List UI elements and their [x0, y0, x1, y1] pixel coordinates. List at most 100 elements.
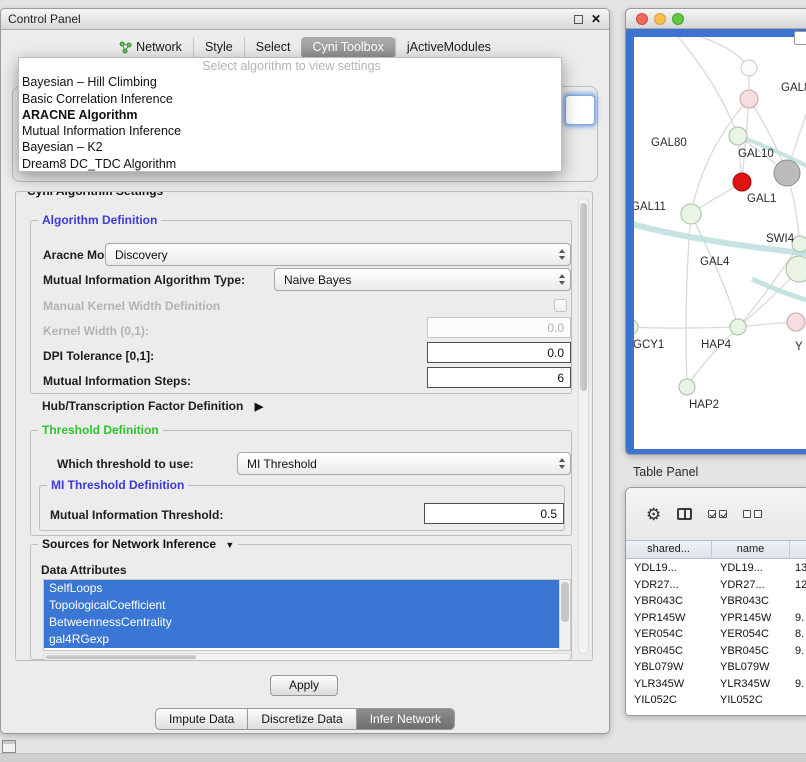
list-item[interactable]: SelfLoops — [44, 580, 559, 597]
tab-cyni-toolbox[interactable]: Cyni Toolbox — [301, 37, 394, 58]
node-label-gal1: GAL1 — [747, 193, 776, 205]
minimize-button[interactable] — [654, 13, 666, 25]
attribute-list-scrollbar-thumb[interactable] — [561, 582, 569, 622]
data-attributes-list[interactable]: SelfLoops TopologicalCoefficient Between… — [43, 579, 571, 651]
table-row[interactable]: YDR27... YDR27... 12 — [626, 577, 806, 594]
dpi-tolerance-label: DPI Tolerance [0,1]: — [43, 349, 154, 364]
dpi-tolerance-value: 0.0 — [547, 346, 564, 360]
tab-select[interactable]: Select — [244, 37, 302, 58]
zoom-button[interactable] — [672, 13, 684, 25]
cell: YDL19... — [626, 560, 712, 577]
table-row[interactable]: YBR045C YBR045C 9. — [626, 643, 806, 660]
sources-group-title[interactable]: Sources for Network Inference ▼ — [38, 537, 238, 551]
list-item[interactable]: gal4RGexp — [44, 631, 559, 648]
node-hap2[interactable] — [679, 379, 695, 395]
combo-arrows-icon — [559, 269, 565, 290]
cell: 8. — [790, 626, 806, 643]
close-icon[interactable]: ✕ — [591, 14, 601, 24]
mi-steps-field[interactable]: 6 — [427, 367, 571, 388]
table-row[interactable]: YDL19... YDL19... 13 — [626, 560, 806, 577]
settings-scrollbar-track[interactable] — [578, 198, 589, 654]
desktop-bottom-strip — [0, 753, 806, 762]
network-window-titlebar[interactable] — [626, 9, 806, 29]
which-threshold-select[interactable]: MI Threshold — [237, 452, 571, 475]
popup-item[interactable]: Basic Correlation Inference — [19, 91, 561, 107]
desktop: Control Panel ✕ Network Style Select Cyn… — [0, 0, 806, 762]
node-gal11[interactable] — [681, 204, 701, 224]
cell: YDR27... — [712, 577, 790, 594]
node-red-selected[interactable] — [733, 173, 751, 191]
network-icon — [119, 41, 132, 54]
column-header-name[interactable]: name — [712, 541, 790, 558]
network-node-pink[interactable] — [740, 90, 758, 108]
tab-network[interactable]: Network — [108, 37, 193, 58]
popup-item[interactable]: Bayesian – Hill Climbing — [19, 74, 561, 90]
node-hap4[interactable] — [730, 319, 746, 335]
node-gal10[interactable] — [729, 127, 747, 145]
cell: YIL052C — [626, 692, 712, 709]
popup-item-selected[interactable]: ARACNE Algorithm — [19, 107, 561, 123]
table-row[interactable]: YLR345W YLR345W 9. — [626, 676, 806, 693]
sources-title-text: Sources for Network Inference — [42, 537, 216, 551]
popup-item[interactable]: Mutual Information Inference — [19, 123, 561, 139]
tab-impute-data[interactable]: Impute Data — [156, 709, 247, 729]
mi-type-label: Mutual Information Algorithm Type: — [43, 273, 245, 288]
attribute-list-hscroll-thumb[interactable] — [46, 655, 196, 659]
cyni-algorithm-settings-group: Cyni Algorithm Settings Algorithm Defini… — [15, 191, 593, 661]
node-label-gal4: GAL4 — [700, 256, 730, 268]
network-canvas[interactable]: GAL8 GAL80 GAL10 GAL11 GAL1 SWI4 GAL4 GC… — [634, 37, 806, 449]
table-row[interactable]: YBR043C YBR043C — [626, 593, 806, 610]
tab-jactivemodules[interactable]: jActiveModules — [395, 37, 502, 58]
tab-discretize-data[interactable]: Discretize Data — [247, 709, 355, 729]
kernel-width-value: 0.0 — [547, 321, 564, 335]
mi-type-select[interactable]: Naive Bayes — [274, 268, 571, 291]
settings-scrollbar-thumb[interactable] — [580, 203, 587, 391]
tab-infer-network[interactable]: Infer Network — [356, 709, 454, 729]
control-panel-titlebar[interactable]: Control Panel ✕ — [1, 9, 609, 30]
table-row[interactable]: YBL079W YBL079W — [626, 659, 806, 676]
node-label-gal80: GAL80 — [651, 137, 687, 149]
aracne-mode-select[interactable]: Discovery — [105, 243, 571, 266]
table-row[interactable]: YIL052C YIL052C — [626, 692, 806, 709]
attribute-list-hscroll-track[interactable] — [43, 653, 571, 661]
list-item[interactable]: BetweennessCentrality — [44, 614, 559, 631]
node-gray[interactable] — [774, 160, 800, 186]
apply-button[interactable]: Apply — [270, 675, 338, 696]
float-window-icon[interactable] — [574, 15, 583, 24]
column-selector-icon[interactable] — [677, 508, 692, 520]
which-threshold-label: Which threshold to use: — [57, 457, 194, 472]
network-node-labels: GAL8 GAL80 GAL10 GAL11 GAL1 SWI4 GAL4 GC… — [634, 82, 806, 411]
deselect-all-columns-icon[interactable] — [743, 510, 762, 518]
algorithm-select-popup: Select algorithm to view settings Bayesi… — [18, 57, 562, 172]
node-label-hap2: HAP2 — [689, 399, 719, 411]
unchecked-box-icon — [743, 510, 751, 518]
list-item[interactable]: TopologicalCoefficient — [44, 597, 559, 614]
close-button[interactable] — [636, 13, 648, 25]
mi-threshold-field[interactable]: 0.5 — [424, 503, 564, 524]
attribute-list-scrollbar-track[interactable] — [559, 580, 570, 650]
table-row[interactable]: YPR145W YPR145W 9. — [626, 610, 806, 627]
select-all-columns-icon[interactable] — [708, 510, 727, 518]
minimized-panel-icon[interactable] — [2, 740, 16, 753]
network-node[interactable] — [741, 60, 757, 76]
popup-item[interactable]: Dream8 DC_TDC Algorithm — [19, 156, 561, 172]
focused-field-fragment — [565, 95, 595, 125]
column-header-shared-name[interactable]: shared... — [626, 541, 712, 558]
algorithm-definition-group: Algorithm Definition Aracne Mode: Discov… — [30, 220, 572, 394]
gear-icon[interactable]: ⚙ — [646, 506, 661, 523]
bottom-tabbar: Impute Data Discretize Data Infer Networ… — [155, 708, 455, 730]
popup-item[interactable]: Bayesian – K2 — [19, 139, 561, 155]
hub-section-toggle[interactable]: Hub/Transcription Factor Definition ▶ — [42, 399, 263, 415]
tab-label: jActiveModules — [407, 37, 491, 58]
node-pink2[interactable] — [787, 313, 805, 331]
network-toolbar-fragment — [794, 31, 806, 45]
cell: YIL052C — [712, 692, 790, 709]
tab-style[interactable]: Style — [193, 37, 244, 58]
table-panel-toolbar: ⚙ — [626, 488, 806, 540]
tab-label: Cyni Toolbox — [312, 37, 383, 58]
cell: YDR27... — [626, 577, 712, 594]
column-header-partial[interactable] — [790, 541, 806, 558]
dpi-tolerance-field[interactable]: 0.0 — [427, 342, 571, 363]
table-row[interactable]: YER054C YER054C 8. — [626, 626, 806, 643]
node-gcy1[interactable] — [634, 319, 638, 335]
